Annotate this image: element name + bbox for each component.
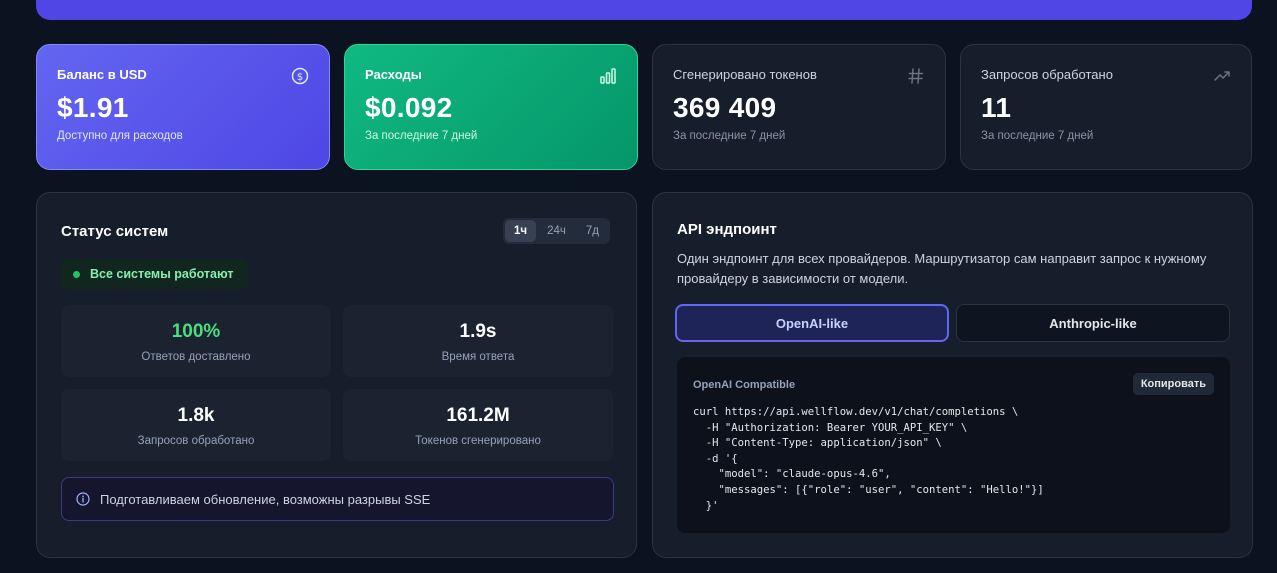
- stat-sub: За последние 7 дней: [981, 130, 1094, 142]
- stat-card-requests: Запросов обработано 11 За последние 7 дн…: [960, 44, 1252, 170]
- code-block: OpenAI Compatible Копировать curl https:…: [677, 357, 1230, 533]
- stat-label: Сгенерировано токенов: [673, 67, 817, 82]
- status-dot-icon: [73, 270, 80, 278]
- panel-title: Статус систем: [61, 223, 169, 240]
- code-snippet: curl https://api.wellflow.dev/v1/chat/co…: [693, 406, 1044, 512]
- tab-anthropic-like[interactable]: Anthropic-like: [956, 304, 1230, 342]
- system-status-panel: Статус систем 1ч 24ч 7д Все системы рабо…: [36, 192, 637, 558]
- maintenance-notice: Подготавливаем обновление, возможны разр…: [61, 477, 614, 521]
- dollar-circle-icon: $: [291, 67, 309, 85]
- stat-value: 369 409: [673, 92, 777, 123]
- status-badge-text: Все системы работают: [90, 267, 234, 281]
- stat-value: $1.91: [57, 92, 129, 123]
- stat-sub: За последние 7 дней: [365, 130, 478, 142]
- time-range-switcher: 1ч 24ч 7д: [503, 218, 610, 244]
- range-24h[interactable]: 24ч: [538, 220, 575, 242]
- info-icon: [76, 492, 90, 506]
- range-7d[interactable]: 7д: [577, 220, 608, 242]
- metric-value: 100%: [171, 321, 221, 342]
- api-endpoint-panel: API эндпоинт Один эндпоинт для всех пров…: [652, 192, 1253, 558]
- tab-openai-like[interactable]: OpenAI-like: [675, 304, 949, 342]
- code-header: OpenAI Compatible: [693, 379, 796, 391]
- status-badge: Все системы работают: [61, 259, 248, 289]
- notice-text: Подготавливаем обновление, возможны разр…: [100, 491, 431, 507]
- api-description: Один эндпоинт для всех провайдеров. Марш…: [677, 251, 1207, 286]
- trending-up-icon: [1214, 71, 1230, 81]
- stat-value: $0.092: [365, 92, 453, 123]
- metric-requests: 1.8k Запросов обработано: [61, 389, 331, 461]
- stat-value: 11: [981, 92, 1012, 123]
- top-banner: [36, 0, 1252, 20]
- panel-title: API эндпоинт: [677, 221, 777, 238]
- stat-sub: Доступно для расходов: [57, 130, 183, 142]
- stat-label: Расходы: [365, 67, 422, 82]
- metric-label: Запросов обработано: [137, 435, 255, 447]
- metric-label: Время ответа: [441, 351, 515, 363]
- metric-response-time: 1.9s Время ответа: [343, 305, 613, 377]
- hash-icon: [908, 68, 924, 84]
- stat-sub: За последние 7 дней: [673, 130, 786, 142]
- range-1h[interactable]: 1ч: [505, 220, 537, 242]
- metric-delivered: 100% Ответов доставлено: [61, 305, 331, 377]
- stat-label: Запросов обработано: [981, 67, 1113, 82]
- stat-card-balance: Баланс в USD $1.91 Доступно для расходов…: [36, 44, 330, 170]
- bar-chart-icon: [600, 68, 616, 84]
- metric-value: 1.8k: [177, 405, 215, 426]
- metric-label: Токенов сгенерировано: [415, 435, 541, 447]
- copy-button[interactable]: Копировать: [1132, 373, 1214, 395]
- stat-label: Баланс в USD: [57, 67, 147, 82]
- stat-card-tokens: Сгенерировано токенов 369 409 За последн…: [652, 44, 946, 170]
- metric-value: 161.2M: [446, 405, 510, 426]
- stat-card-expenses: Расходы $0.092 За последние 7 дней: [344, 44, 638, 170]
- metric-tokens: 161.2M Токенов сгенерировано: [343, 389, 613, 461]
- metric-label: Ответов доставлено: [141, 351, 251, 363]
- metric-value: 1.9s: [459, 321, 497, 342]
- svg-text:$: $: [297, 72, 303, 83]
